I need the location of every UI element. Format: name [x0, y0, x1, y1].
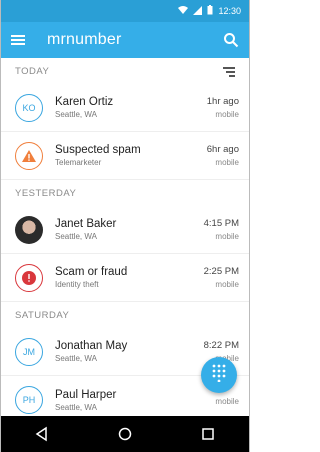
call-type: mobile — [215, 232, 239, 241]
caller-category: Identity theft — [55, 280, 99, 289]
caller-location: Seattle, WA — [55, 402, 97, 412]
wifi-icon — [178, 5, 189, 17]
caller-name: Jonathan May — [55, 340, 128, 352]
section-header-today: TODAY — [1, 58, 249, 84]
warning-icon — [15, 141, 43, 170]
battery-icon — [207, 5, 213, 17]
status-bar: 12:30 — [1, 0, 249, 22]
sort-icon[interactable] — [219, 58, 249, 84]
avatar: JM — [15, 337, 43, 366]
avatar: PH — [15, 386, 43, 414]
alert-icon — [15, 263, 43, 292]
app-bar: mrnumber — [1, 22, 249, 58]
call-type: mobile — [215, 397, 239, 406]
phone-screen: 12:30 mrnumber TODAY KO Karen Ortiz Seat… — [0, 0, 250, 452]
brand-logo: mrnumber — [47, 31, 122, 48]
recents-icon[interactable] — [200, 426, 216, 442]
caller-location: Seattle, WA — [55, 232, 97, 241]
call-time: 6hr ago — [206, 144, 239, 155]
system-nav-bar — [1, 416, 249, 452]
menu-icon[interactable] — [11, 34, 27, 46]
section-header-yesterday: YESTERDAY — [15, 187, 77, 199]
call-time: 1hr ago — [206, 96, 239, 107]
caller-name: Karen Ortiz — [55, 96, 114, 108]
home-icon[interactable] — [117, 426, 133, 442]
signal-icon — [193, 5, 203, 17]
call-time: 4:15 PM — [203, 218, 239, 229]
call-time: 2:25 PM — [203, 266, 239, 277]
search-icon[interactable] — [223, 32, 239, 48]
list-item[interactable]: Suspected spam Telemarketer 6hr ago mobi… — [1, 132, 249, 180]
caller-name: Suspected spam — [55, 144, 141, 156]
caller-location: Seattle, WA — [55, 354, 97, 363]
list-item[interactable]: Scam or fraud Identity theft 2:25 PM mob… — [1, 254, 249, 302]
section-header-saturday: SATURDAY — [15, 309, 70, 321]
call-type: mobile — [215, 280, 239, 289]
avatar: KO — [15, 93, 43, 122]
back-icon[interactable] — [34, 426, 50, 442]
caller-location: Seattle, WA — [55, 110, 97, 119]
caller-name: Paul Harper — [55, 388, 117, 401]
dialpad-button[interactable] — [201, 357, 237, 393]
list-item[interactable]: Janet Baker Seattle, WA 4:15 PM mobile — [1, 206, 249, 254]
call-time: 8:22 PM — [203, 340, 239, 351]
avatar-photo — [15, 215, 43, 244]
call-type: mobile — [215, 158, 239, 167]
status-time: 12:30 — [218, 6, 241, 16]
list-item[interactable]: KO Karen Ortiz Seattle, WA 1hr ago mobil… — [1, 84, 249, 132]
caller-name: Scam or fraud — [55, 266, 128, 278]
call-type: mobile — [215, 110, 239, 119]
caller-name: Janet Baker — [55, 218, 117, 230]
caller-category: Telemarketer — [55, 158, 102, 167]
dialpad-icon — [212, 364, 226, 387]
